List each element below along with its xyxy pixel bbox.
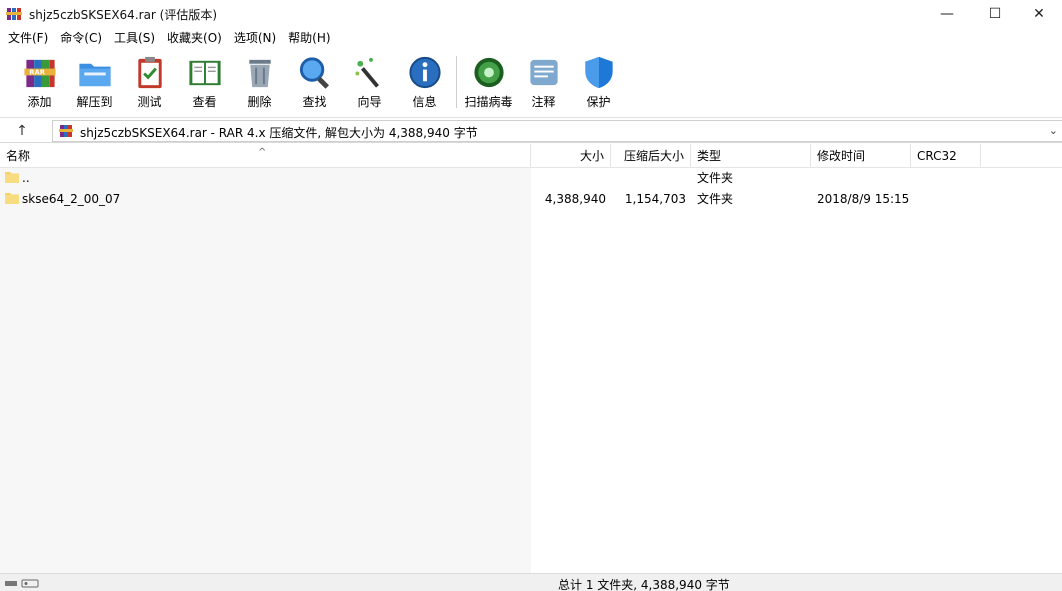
menu-bar: 文件(F) 命令(C) 工具(S) 收藏夹(O) 选项(N) 帮助(H) [0,28,1062,48]
file-type: 文件夹 [697,192,734,206]
find-label: 查找 [302,95,327,109]
add-archive-icon: RAR [23,59,56,88]
file-packed-size [611,168,686,188]
delete-button[interactable]: 删除 [232,50,287,110]
column-header: 名称 ^ 大小 压缩后大小 类型 修改时间 CRC32 [0,144,1062,168]
trash-icon [248,59,271,88]
delete-label: 删除 [247,95,272,109]
info-button[interactable]: 信息 [397,50,452,110]
test-button[interactable]: 测试 [122,50,177,110]
up-folder-button[interactable]: ↑ [6,121,38,141]
maximize-button[interactable]: ☐ [972,0,1018,28]
protect-label: 保护 [586,95,611,109]
menu-tools[interactable]: 工具(S) [108,28,161,48]
info-label: 信息 [412,95,437,109]
column-name[interactable]: 名称 ^ [0,144,531,168]
status-bar: 总计 1 文件夹, 4,388,940 字节 [0,573,1062,591]
extract-button[interactable]: 解压到 [67,50,122,110]
file-list[interactable]: .. 文件夹 skse64_2_00_07 4,388,940 1,154,70… [0,168,1062,573]
column-modified[interactable]: 修改时间 [811,144,911,168]
find-button[interactable]: 查找 [287,50,342,110]
protect-button[interactable]: 保护 [571,50,626,110]
menu-favorites[interactable]: 收藏夹(O) [161,28,228,48]
file-size [531,168,606,188]
view-button[interactable]: 查看 [177,50,232,110]
file-packed-size: 1,154,703 [624,192,686,206]
toolbar-separator [456,56,457,108]
view-label: 查看 [192,95,217,109]
column-name-label: 名称 [6,149,31,163]
status-summary: 总计 1 文件夹, 4,388,940 字节 [558,578,730,591]
toolbar: RAR 添加 解压到 测试 查看 删除 查找 向导 信息 扫描病毒 注释 保护 [0,50,1062,114]
file-size: 4,388,940 [544,192,606,206]
add-button[interactable]: RAR 添加 [12,50,67,110]
path-combobox[interactable]: shjz5czbSKSEX64.rar - RAR 4.x 压缩文件, 解包大小… [52,120,1062,142]
archive-icon [59,125,73,137]
file-name: .. [22,171,30,185]
magic-wand-icon [354,57,379,88]
address-bar: ↑ shjz5czbSKSEX64.rar - RAR 4.x 压缩文件, 解包… [0,117,1062,143]
virus-scan-label: 扫描病毒 [464,95,513,109]
column-type[interactable]: 类型 [691,144,811,168]
extract-label: 解压到 [76,95,113,109]
folder-icon [5,172,19,183]
menu-commands[interactable]: 命令(C) [54,28,108,48]
test-label: 测试 [137,95,162,109]
column-crc32[interactable]: CRC32 [911,144,981,168]
name-column-area [0,168,531,573]
virus-scan-icon [473,57,504,88]
list-item-parent-folder[interactable]: .. 文件夹 [0,168,1062,188]
status-key-drive-icon [5,579,39,588]
folder-icon [5,193,19,204]
wizard-button[interactable]: 向导 [342,50,397,110]
chevron-down-icon[interactable]: ⌄ [1049,124,1058,137]
view-book-icon [188,60,221,86]
title-bar: shjz5czbSKSEX64.rar (评估版本) — ☐ ✕ [0,0,1062,28]
window-title: shjz5czbSKSEX64.rar (评估版本) [29,8,218,22]
menu-help[interactable]: 帮助(H) [282,28,336,48]
column-packed-size[interactable]: 压缩后大小 [611,144,691,168]
archive-path-text: shjz5czbSKSEX64.rar - RAR 4.x 压缩文件, 解包大小… [80,126,478,140]
add-label: 添加 [27,95,52,109]
svg-text:RAR: RAR [29,68,45,76]
magnifier-icon [299,57,329,89]
extract-folder-icon [78,63,111,87]
sort-ascending-icon: ^ [258,147,267,158]
list-item-skse64-folder[interactable]: skse64_2_00_07 4,388,940 1,154,703 文件夹 2… [0,189,1062,209]
comment-icon [529,59,558,86]
file-name: skse64_2_00_07 [22,192,121,206]
close-button[interactable]: ✕ [1016,0,1062,28]
file-modified: 2018/8/9 15:15 [817,192,910,206]
file-type: 文件夹 [697,171,734,185]
shield-icon [584,56,613,89]
menu-file[interactable]: 文件(F) [2,28,54,48]
test-clipboard-icon [137,56,162,89]
winrar-app-icon [6,8,22,20]
virus-scan-button[interactable]: 扫描病毒 [461,50,516,110]
comment-button[interactable]: 注释 [516,50,571,110]
column-size[interactable]: 大小 [531,144,611,168]
menu-options[interactable]: 选项(N) [228,28,282,48]
minimize-button[interactable]: — [924,0,970,28]
wizard-label: 向导 [357,95,382,109]
info-icon [408,56,441,89]
comment-label: 注释 [531,95,556,109]
